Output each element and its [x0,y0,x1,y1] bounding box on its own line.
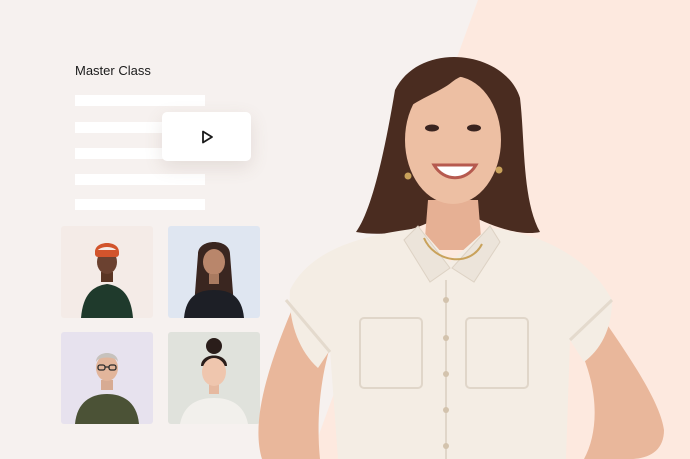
presenter-figure [258,56,664,459]
smiling-presenter-woman [258,56,664,459]
